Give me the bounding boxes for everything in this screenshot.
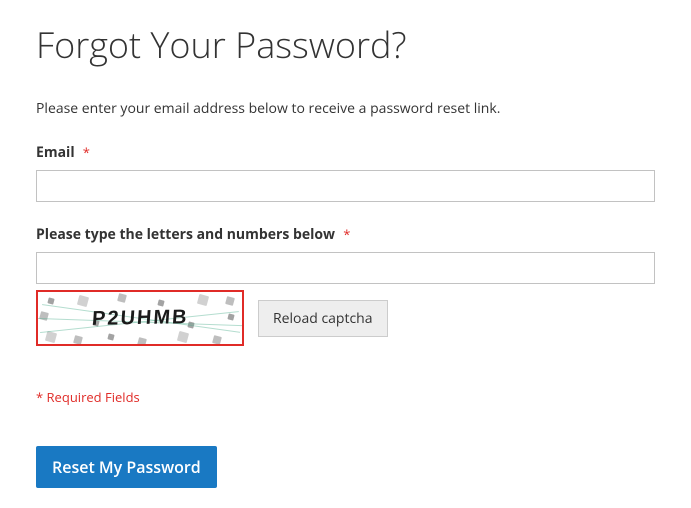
reset-password-button[interactable]: Reset My Password [36, 446, 217, 488]
captcha-label-text: Please type the letters and numbers belo… [36, 225, 335, 244]
email-input[interactable] [36, 170, 655, 202]
captcha-input[interactable] [36, 252, 655, 284]
captcha-image: P2UHMB [36, 290, 244, 346]
instruction-text: Please enter your email address below to… [36, 99, 655, 118]
required-asterisk: * [343, 225, 350, 243]
email-label-text: Email [36, 143, 75, 162]
captcha-field-group: Please type the letters and numbers belo… [36, 222, 655, 346]
page-title: Forgot Your Password? [36, 20, 655, 69]
email-field-group: Email * [36, 140, 655, 202]
email-label: Email * [36, 140, 90, 162]
captcha-image-text: P2UHMB [91, 306, 189, 331]
reload-captcha-button[interactable]: Reload captcha [258, 300, 388, 337]
required-fields-note: * Required Fields [36, 388, 655, 406]
captcha-label: Please type the letters and numbers belo… [36, 222, 350, 244]
required-asterisk: * [83, 143, 90, 161]
